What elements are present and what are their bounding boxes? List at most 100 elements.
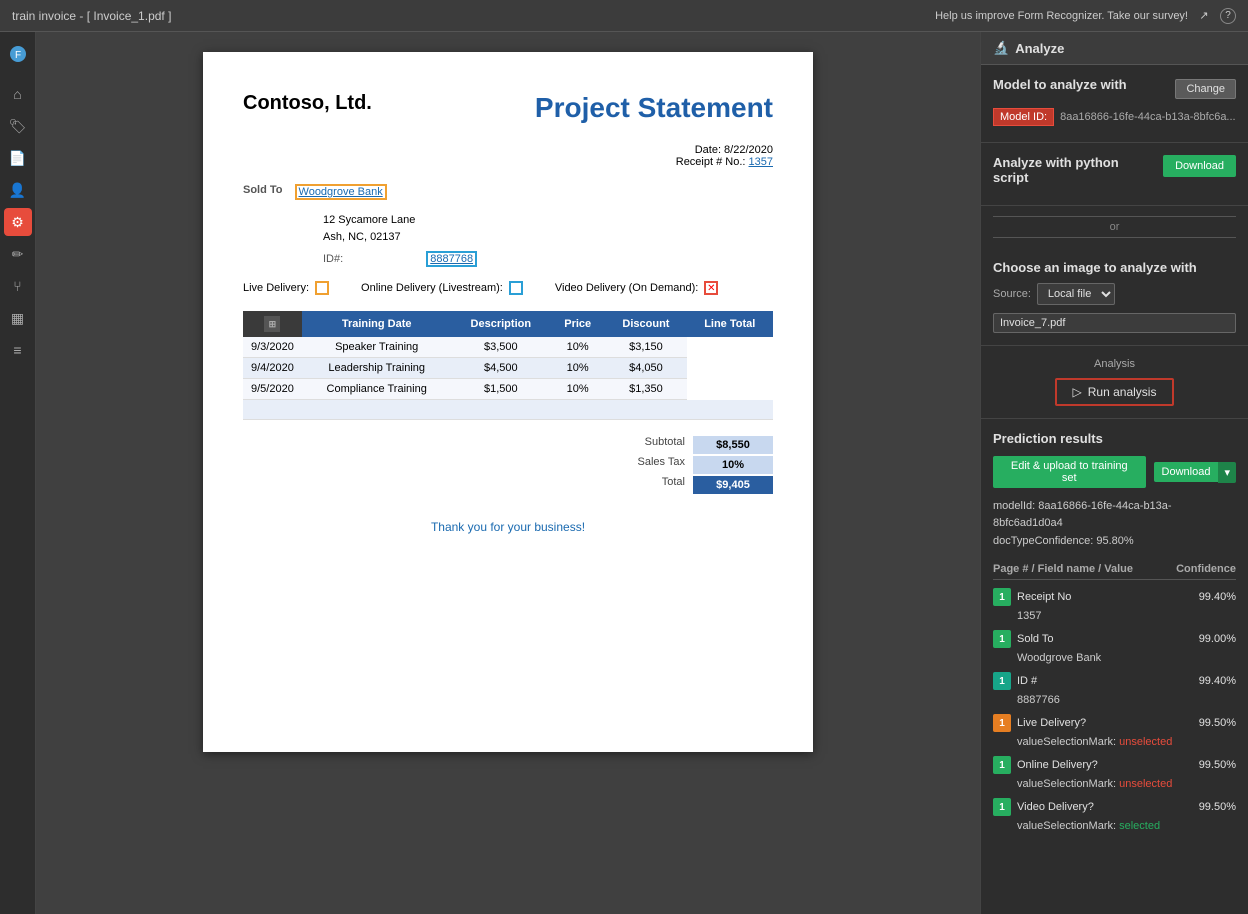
row3-price: $1,500: [452, 379, 551, 400]
source-select[interactable]: Local file: [1037, 283, 1115, 305]
help-icon[interactable]: ?: [1220, 8, 1236, 24]
row2-date: 9/4/2020: [243, 358, 302, 379]
row3-total: $1,350: [605, 379, 686, 400]
row2-price: $4,500: [452, 358, 551, 379]
field-receipt-no: Receipt No: [1017, 591, 1193, 603]
value-video-delivery: valueSelectionMark: selected: [993, 820, 1236, 834]
conf-video-delivery: 99.50%: [1199, 801, 1236, 813]
analysis-label: Analysis: [993, 358, 1236, 370]
sidebar-item-settings[interactable]: ⚙: [4, 208, 32, 236]
change-button[interactable]: Change: [1175, 79, 1236, 99]
table-row: 9/3/2020 Speaker Training $3,500 10% $3,…: [243, 337, 773, 358]
conf-sold-to: 99.00%: [1199, 633, 1236, 645]
sidebar-item-edit[interactable]: ✏: [4, 240, 32, 268]
sales-tax-value: 10%: [693, 456, 773, 474]
download-python-button[interactable]: Download: [1163, 155, 1236, 177]
sidebar-item-document[interactable]: 📄: [4, 144, 32, 172]
results-header: Page # / Field name / Value Confidence: [993, 559, 1236, 580]
live-delivery-label: Live Delivery:: [243, 282, 309, 294]
col-description: Description: [452, 311, 551, 337]
prediction-section: Prediction results Edit & upload to trai…: [981, 419, 1248, 848]
source-row: Source: Local file: [993, 283, 1236, 305]
badge-receipt-no: 1: [993, 588, 1011, 606]
subtotal-label: Subtotal: [613, 436, 693, 454]
total-value: $9,405: [693, 476, 773, 494]
row3-date: 9/5/2020: [243, 379, 302, 400]
top-bar-right: Help us improve Form Recognizer. Take ou…: [935, 8, 1236, 24]
or-divider: or: [981, 206, 1248, 248]
download-main-button[interactable]: Download: [1154, 462, 1219, 482]
document-viewer: Contoso, Ltd. Project Statement Date: 8/…: [36, 32, 980, 914]
run-label: Run analysis: [1088, 385, 1157, 399]
value-live-delivery: valueSelectionMark: unselected: [993, 736, 1236, 750]
row1-date: 9/3/2020: [243, 337, 302, 358]
file-input[interactable]: [993, 313, 1236, 333]
sidebar-item-stack[interactable]: ≡: [4, 336, 32, 364]
app-logo: F: [4, 40, 32, 68]
main-layout: F ⌂ 🏷 📄 👤 ⚙ ✏ ⑂ ▦ ≡ Contoso, Ltd. Projec…: [0, 32, 1248, 914]
result-id: 1 ID # 99.40% 8887766: [993, 668, 1236, 708]
edit-upload-button[interactable]: Edit & upload to training set: [993, 456, 1146, 488]
field-online-delivery: Online Delivery?: [1017, 759, 1193, 771]
analysis-section: Analysis ▷ Run analysis: [981, 346, 1248, 419]
download-arrow-button[interactable]: ▾: [1218, 462, 1236, 483]
result-online-delivery: 1 Online Delivery? 99.50% valueSelection…: [993, 752, 1236, 792]
online-delivery-label: Online Delivery (Livestream):: [361, 282, 503, 294]
panel-header: 🔬 Analyze: [981, 32, 1248, 65]
table-row: 9/4/2020 Leadership Training $4,500 10% …: [243, 358, 773, 379]
python-section: Analyze with python script Download: [981, 143, 1248, 206]
analyze-icon: 🔬: [993, 40, 1009, 56]
sidebar-item-home[interactable]: ⌂: [4, 80, 32, 108]
video-delivery-checkbox: ✕: [704, 281, 718, 295]
table-icon: ⊞: [264, 316, 280, 332]
sidebar-item-tag[interactable]: 🏷: [4, 112, 32, 140]
result-live-delivery: 1 Live Delivery? 99.50% valueSelectionMa…: [993, 710, 1236, 750]
run-analysis-button[interactable]: ▷ Run analysis: [1055, 378, 1175, 406]
value-id: 8887766: [993, 694, 1236, 708]
model-id-full: modelId: 8aa16866-16fe-44ca-b13a-8bfc6ad…: [993, 498, 1236, 531]
value-online-delivery: valueSelectionMark: unselected: [993, 778, 1236, 792]
choose-title: Choose an image to analyze with: [993, 260, 1236, 275]
col-price: Price: [550, 311, 605, 337]
badge-sold-to: 1: [993, 630, 1011, 648]
sales-tax-row: Sales Tax 10%: [613, 456, 773, 474]
totals-section: Subtotal $8,550 Sales Tax 10% Total $9,4…: [243, 436, 773, 496]
conf-live-delivery: 99.50%: [1199, 717, 1236, 729]
checkboxes-section: Live Delivery: Online Delivery (Livestre…: [243, 281, 773, 295]
sold-to-label: Sold To: [243, 184, 283, 200]
panel-title: Analyze: [1015, 41, 1064, 56]
result-video-delivery: 1 Video Delivery? 99.50% valueSelectionM…: [993, 794, 1236, 834]
model-id-value: 8aa16866-16fe-44ca-b13a-8bfc6a...: [1060, 111, 1236, 123]
invoice-document: Contoso, Ltd. Project Statement Date: 8/…: [203, 52, 813, 752]
row1-total: $3,150: [605, 337, 686, 358]
invoice-table: ⊞ Training Date Description Price Discou…: [243, 311, 773, 420]
top-bar: train invoice - [ Invoice_1.pdf ] Help u…: [0, 0, 1248, 32]
address-line1: 12 Sycamore Lane: [323, 212, 773, 229]
col-discount: Discount: [605, 311, 686, 337]
document-title: Project Statement: [535, 92, 773, 124]
external-link-icon[interactable]: ↗: [1196, 8, 1212, 24]
svg-text:F: F: [14, 50, 20, 61]
receipt-value: 1357: [749, 156, 773, 168]
model-section: Model to analyze with Change Model ID: 8…: [981, 65, 1248, 143]
doc-receipt-no: Receipt # No.: 1357: [243, 156, 773, 168]
results-col1: Page # / Field name / Value: [993, 563, 1133, 575]
sidebar-item-person[interactable]: 👤: [4, 176, 32, 204]
prediction-title: Prediction results: [993, 431, 1236, 446]
field-video-delivery: Video Delivery?: [1017, 801, 1193, 813]
address: 12 Sycamore Lane Ash, NC, 02137: [323, 212, 773, 245]
field-id: ID #: [1017, 675, 1193, 687]
sidebar-item-grid[interactable]: ▦: [4, 304, 32, 332]
window-title: train invoice - [ Invoice_1.pdf ]: [12, 9, 171, 23]
total-row: Total $9,405: [613, 476, 773, 494]
row1-price: $3,500: [452, 337, 551, 358]
value-receipt-no: 1357: [993, 610, 1236, 624]
field-sold-to: Sold To: [1017, 633, 1193, 645]
badge-id: 1: [993, 672, 1011, 690]
badge-live-delivery: 1: [993, 714, 1011, 732]
sidebar-item-branch[interactable]: ⑂: [4, 272, 32, 300]
row2-desc: Leadership Training: [302, 358, 452, 379]
help-text: Help us improve Form Recognizer. Take ou…: [935, 10, 1188, 22]
row1-desc: Speaker Training: [302, 337, 452, 358]
company-name: Contoso, Ltd.: [243, 92, 372, 115]
